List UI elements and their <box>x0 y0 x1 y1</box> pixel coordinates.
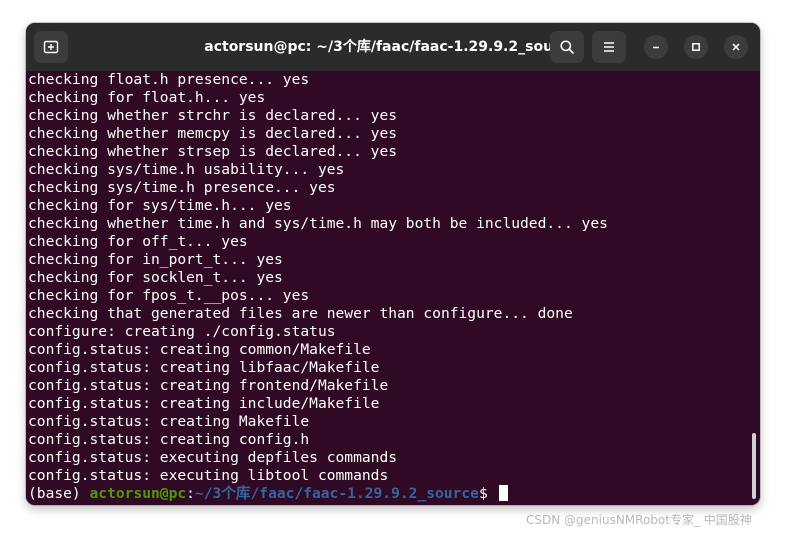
output-line: config.status: executing depfiles comman… <box>28 449 398 466</box>
output-line: config.status: executing libtool command… <box>28 467 389 484</box>
output-line: checking whether strsep is declared... y… <box>28 143 398 160</box>
search-button[interactable] <box>550 31 584 63</box>
window-title: actorsun@pc: ~/3个库/faac/faac-1.29.9.2_so… <box>204 39 578 55</box>
output-line: configure: creating ./config.status <box>28 323 336 340</box>
maximize-button[interactable] <box>684 35 708 59</box>
close-button[interactable] <box>724 35 748 59</box>
output-line: checking sys/time.h presence... yes <box>28 179 336 196</box>
title-bar[interactable]: actorsun@pc: ~/3个库/faac/faac-1.29.9.2_so… <box>26 23 760 71</box>
terminal-window: actorsun@pc: ~/3个库/faac/faac-1.29.9.2_so… <box>26 23 760 505</box>
prompt-separator: : <box>186 485 195 502</box>
output-line: checking for socklen_t... yes <box>28 269 283 286</box>
output-line: checking sys/time.h usability... yes <box>28 161 345 178</box>
watermark-text: CSDN @geniusNMRobot专家_ 中国股神 <box>526 513 752 527</box>
terminal-area[interactable]: checking float.h presence... yes checkin… <box>26 71 760 505</box>
menu-button[interactable] <box>592 31 626 63</box>
output-line: checking for fpos_t.__pos... yes <box>28 287 310 304</box>
prompt-symbol: $ <box>478 485 497 502</box>
text-cursor <box>498 485 508 501</box>
search-icon <box>560 40 574 54</box>
output-line: checking whether time.h and sys/time.h m… <box>28 215 608 232</box>
prompt-path: ~/3个库/faac/faac-1.29.9.2_source <box>194 485 479 502</box>
terminal-output: checking float.h presence... yes checkin… <box>28 71 608 485</box>
output-line: checking for off_t... yes <box>28 233 248 250</box>
shell-prompt[interactable]: (base) actorsun@pc:~/3个库/faac/faac-1.29.… <box>28 485 508 503</box>
output-line: checking for in_port_t... yes <box>28 251 283 268</box>
output-line: config.status: creating libfaac/Makefile <box>28 359 380 376</box>
hamburger-menu-icon <box>604 42 614 52</box>
output-line: checking that generated files are newer … <box>28 305 573 322</box>
minimize-button[interactable] <box>644 35 668 59</box>
output-line: config.status: creating common/Makefile <box>28 341 371 358</box>
new-tab-button[interactable] <box>34 31 68 63</box>
output-line: config.status: creating frontend/Makefil… <box>28 377 389 394</box>
output-line: checking whether strchr is declared... y… <box>28 107 398 124</box>
output-line: config.status: creating include/Makefile <box>28 395 380 412</box>
minimize-icon <box>653 46 659 49</box>
output-line: checking whether memcpy is declared... y… <box>28 125 398 142</box>
output-line: checking for float.h... yes <box>28 89 266 106</box>
new-tab-icon <box>43 40 59 54</box>
output-line: checking float.h presence... yes <box>28 71 310 88</box>
prompt-user-host: actorsun@pc <box>89 485 187 502</box>
output-line: checking for sys/time.h... yes <box>28 197 292 214</box>
maximize-icon <box>692 43 700 51</box>
output-line: config.status: creating Makefile <box>28 413 310 430</box>
scrollbar-thumb[interactable] <box>752 433 756 499</box>
output-line: config.status: creating config.h <box>28 431 310 448</box>
conda-env: (base) <box>28 485 90 502</box>
close-icon <box>732 43 740 51</box>
